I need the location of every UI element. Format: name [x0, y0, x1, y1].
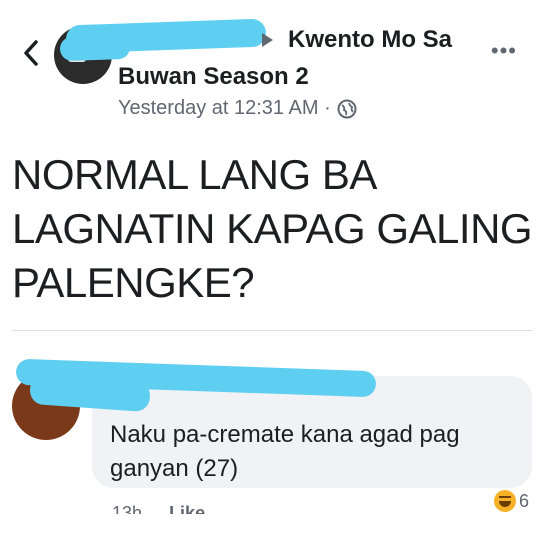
divider	[12, 330, 533, 331]
post-line: PALENGKE?	[12, 259, 255, 306]
comment-text: Naku pa-cremate kana agad pag ganyan (27…	[110, 421, 460, 482]
haha-reaction-icon	[494, 490, 516, 512]
reaction-summary[interactable]: 6	[494, 490, 529, 512]
redaction-mark	[59, 34, 131, 62]
chevron-left-icon	[24, 40, 38, 66]
globe-icon	[337, 99, 357, 118]
back-button[interactable]	[16, 36, 46, 70]
group-name[interactable]: Kwento Mo Sa	[288, 26, 452, 54]
post-line: NORMAL LANG BA	[12, 151, 377, 198]
post-line: LAGNATIN KAPAG GALING	[12, 205, 533, 252]
more-options-button[interactable]: •••	[491, 38, 517, 64]
comment-time[interactable]: 13h	[112, 503, 142, 514]
shared-to-arrow-icon	[262, 33, 273, 47]
post-timestamp[interactable]: Yesterday at 12:31 AM ·	[118, 97, 357, 120]
like-button[interactable]: Like	[169, 503, 205, 514]
post-body: NORMAL LANG BA LAGNATIN KAPAG GALING PAL…	[12, 148, 533, 310]
reaction-count: 6	[519, 490, 530, 511]
comment-meta: 13h Like	[112, 500, 205, 514]
group-name-continued[interactable]: Buwan Season 2	[118, 63, 309, 91]
timestamp-text: Yesterday at 12:31 AM ·	[118, 97, 331, 119]
